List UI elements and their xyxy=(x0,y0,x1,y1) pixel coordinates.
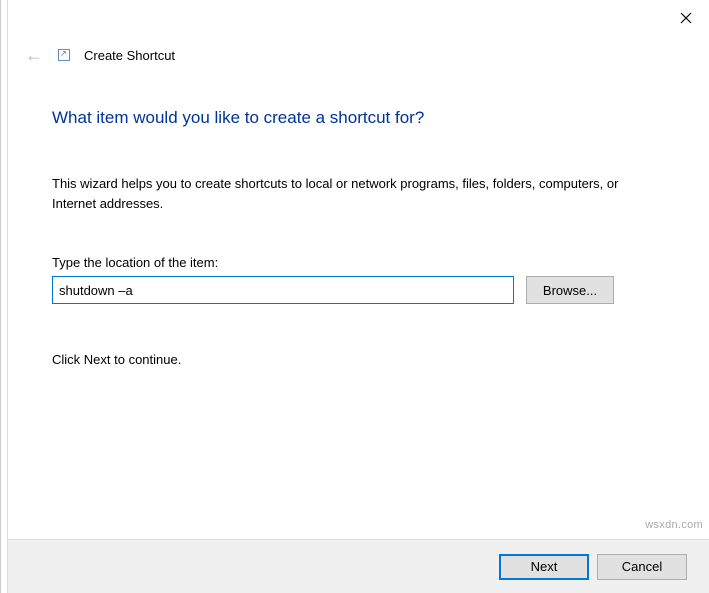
close-icon xyxy=(680,12,692,24)
location-input[interactable] xyxy=(52,276,514,304)
close-button[interactable] xyxy=(671,6,701,30)
wizard-content: What item would you like to create a sho… xyxy=(52,108,667,367)
cancel-button[interactable]: Cancel xyxy=(597,554,687,580)
wizard-footer: Next Cancel xyxy=(8,539,709,593)
back-arrow-icon: ← xyxy=(24,46,44,64)
wizard-description: This wizard helps you to create shortcut… xyxy=(52,174,622,213)
shortcut-icon xyxy=(58,49,70,61)
titlebar xyxy=(8,0,709,32)
continue-hint: Click Next to continue. xyxy=(52,352,667,367)
browse-button[interactable]: Browse... xyxy=(526,276,614,304)
wizard-header: ← Create Shortcut xyxy=(24,46,175,64)
window-left-border xyxy=(0,0,8,593)
location-row: Browse... xyxy=(52,276,667,304)
next-button[interactable]: Next xyxy=(499,554,589,580)
watermark-text: wsxdn.com xyxy=(645,519,703,531)
main-heading: What item would you like to create a sho… xyxy=(52,108,667,128)
wizard-title: Create Shortcut xyxy=(84,48,175,63)
create-shortcut-wizard: ← Create Shortcut What item would you li… xyxy=(0,0,709,593)
location-label: Type the location of the item: xyxy=(52,255,667,270)
